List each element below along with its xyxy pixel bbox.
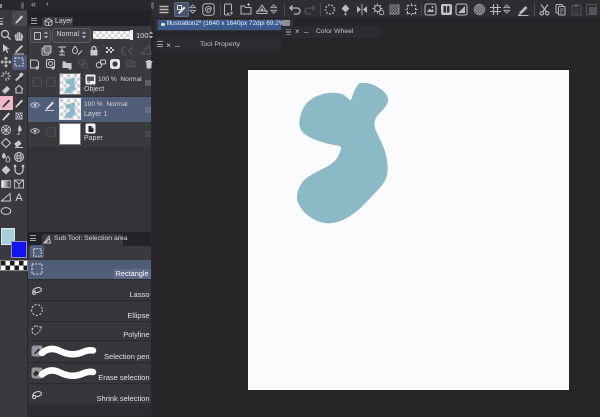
- svg-text:A: A: [16, 192, 24, 203]
